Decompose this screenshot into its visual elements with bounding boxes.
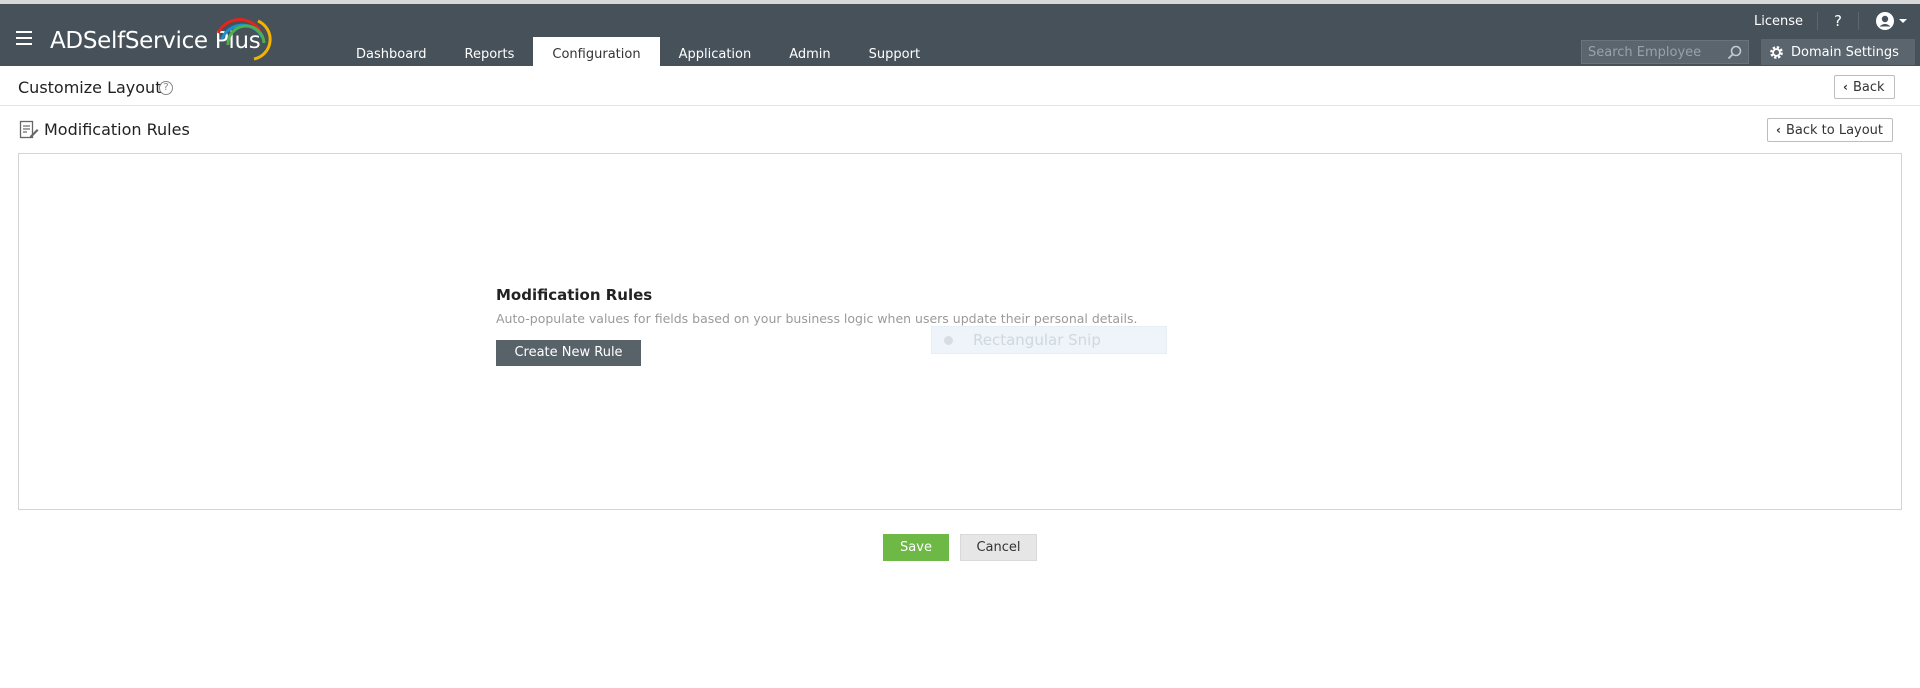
- search-employee-input[interactable]: [1582, 44, 1722, 60]
- cancel-button[interactable]: Cancel: [960, 534, 1037, 561]
- panel-description: Auto-populate values for fields based on…: [496, 311, 1138, 326]
- create-new-rule-button[interactable]: Create New Rule: [496, 340, 641, 366]
- hamburger-menu-icon[interactable]: [16, 31, 32, 45]
- top-right-links: License ?: [1740, 8, 1920, 34]
- logo-text: ADSelfService: [50, 28, 208, 54]
- modification-rules-panel: Modification Rules Auto-populate values …: [18, 153, 1902, 510]
- snip-overlay-label: Rectangular Snip: [973, 331, 1101, 349]
- chevron-left-icon: ‹: [1776, 123, 1781, 137]
- gear-icon: [1770, 45, 1783, 59]
- section-title: Modification Rules: [44, 120, 190, 139]
- chevron-down-icon: [1899, 19, 1907, 23]
- save-button[interactable]: Save: [883, 534, 949, 561]
- page-header: Customize Layout ? ‹ Back: [0, 66, 1920, 106]
- back-to-layout-button[interactable]: ‹ Back to Layout: [1767, 118, 1894, 142]
- license-link[interactable]: License: [1740, 14, 1817, 29]
- page-title: Customize Layout: [18, 78, 162, 97]
- back-button-label: Back: [1852, 79, 1885, 95]
- domain-settings-label: Domain Settings: [1791, 44, 1899, 60]
- domain-settings-button[interactable]: Domain Settings: [1761, 39, 1915, 65]
- chevron-left-icon: ‹: [1843, 80, 1848, 94]
- search-employee-box: [1581, 40, 1749, 64]
- back-button[interactable]: ‹ Back: [1834, 75, 1895, 99]
- top-header: ADSelfService Plus Dashboard Reports Con…: [0, 0, 1920, 70]
- search-icon[interactable]: [1727, 45, 1742, 60]
- logo-arc-icon: [216, 18, 272, 61]
- question-help-icon[interactable]: ?: [159, 81, 173, 95]
- edit-rules-icon: [19, 120, 39, 139]
- user-menu[interactable]: [1859, 11, 1920, 31]
- snip-overlay: Rectangular Snip: [931, 326, 1167, 354]
- back-to-layout-label: Back to Layout: [1785, 122, 1884, 138]
- user-avatar-icon: [1876, 12, 1894, 30]
- snip-dot-icon: [944, 335, 953, 345]
- panel-heading: Modification Rules: [496, 286, 653, 304]
- help-icon[interactable]: ?: [1818, 12, 1858, 30]
